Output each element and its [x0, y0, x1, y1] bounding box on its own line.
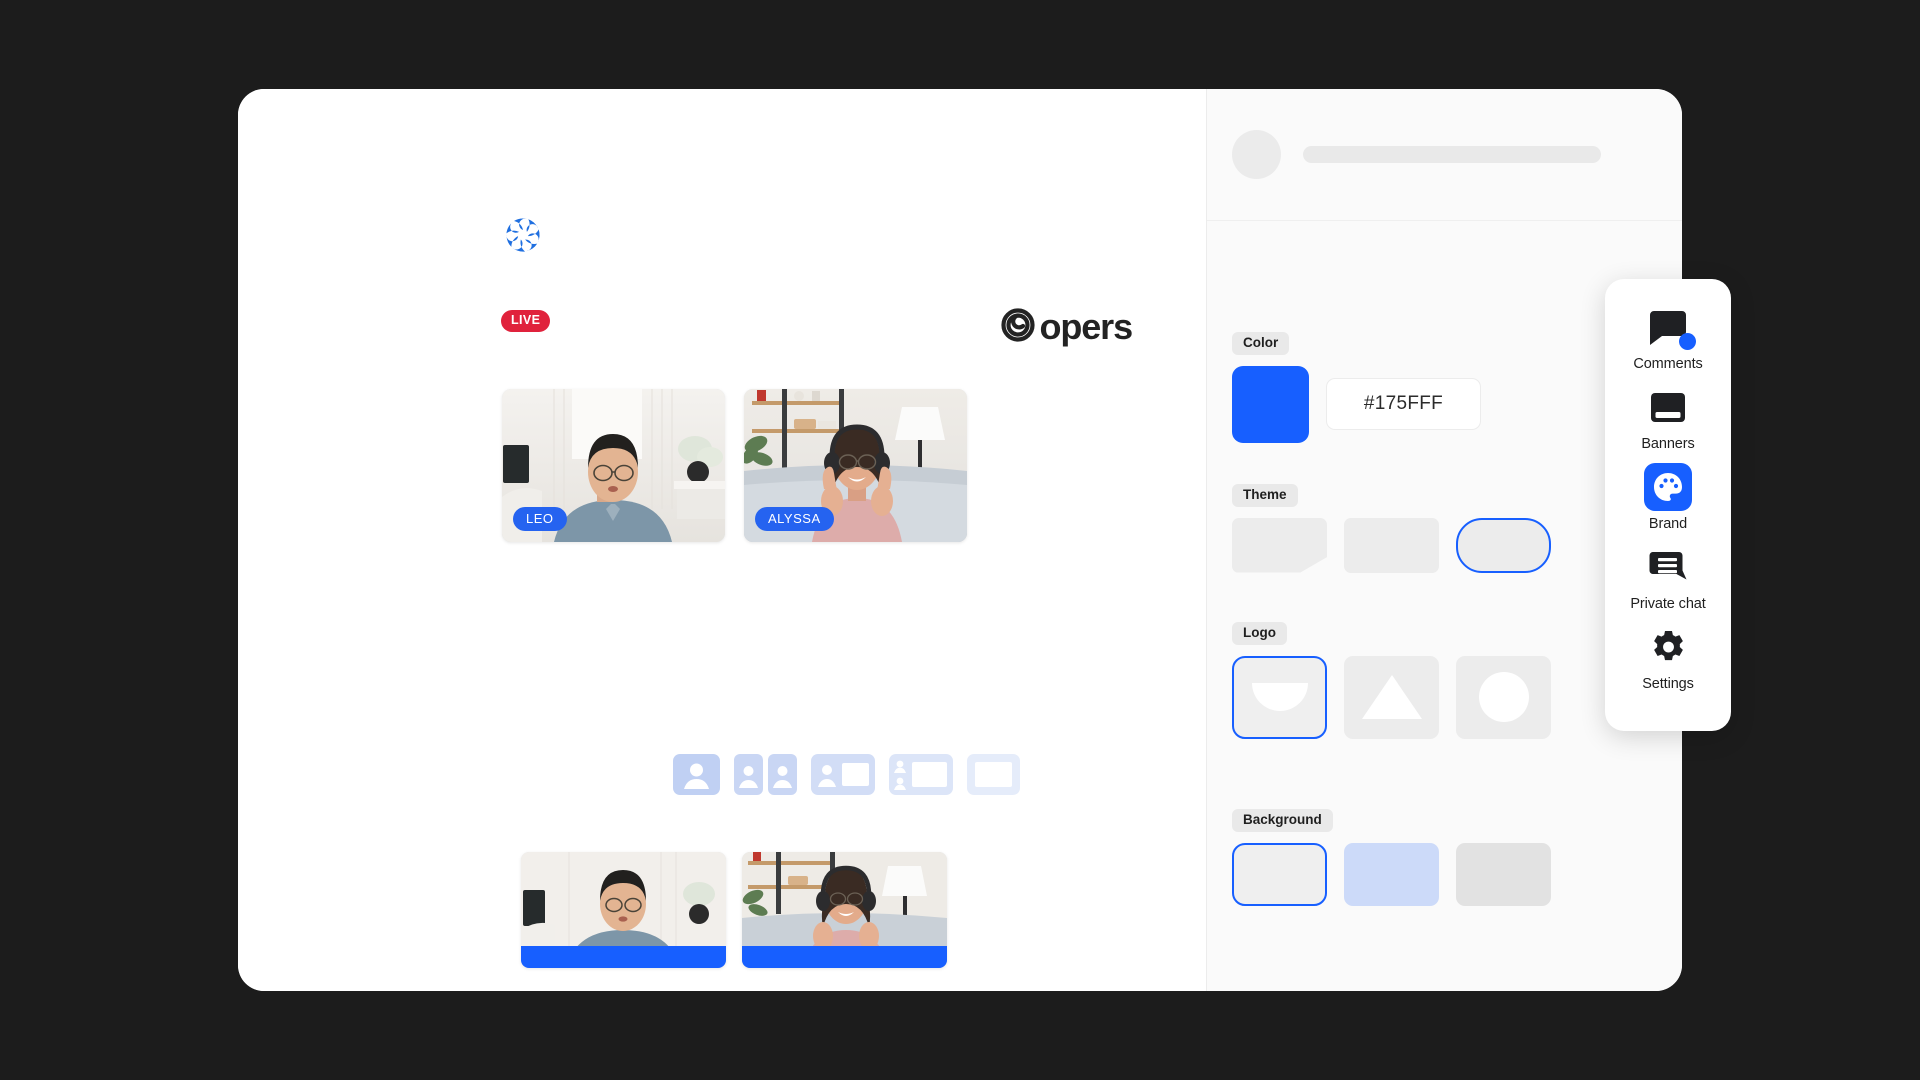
- tool-label-brand: Brand: [1649, 516, 1687, 532]
- tool-item-private-chat[interactable]: Private chat: [1605, 538, 1731, 616]
- section-label-theme: Theme: [1232, 484, 1298, 507]
- section-logo: Logo: [1232, 622, 1551, 739]
- theme-option-pill-selected[interactable]: [1456, 518, 1551, 573]
- tool-item-comments[interactable]: Comments: [1605, 298, 1731, 376]
- tool-label-private-chat: Private chat: [1630, 596, 1705, 612]
- gear-icon: [1644, 623, 1692, 671]
- thumbnail-banner: [742, 946, 947, 968]
- tool-label-settings: Settings: [1642, 676, 1694, 692]
- theme-option-rounded-rect[interactable]: [1344, 518, 1439, 573]
- avatar-skeleton: [1232, 130, 1281, 179]
- app-window: LIVE opers: [238, 89, 1682, 991]
- chat-lines-bubble-icon: [1644, 543, 1692, 591]
- thumbnail-alyssa[interactable]: [742, 852, 947, 968]
- background-option-gray[interactable]: [1456, 843, 1551, 906]
- tool-item-banners[interactable]: Banners: [1605, 378, 1731, 456]
- participant-name-pill: LEO: [513, 507, 567, 531]
- semicircle-shape-icon: [1252, 683, 1308, 711]
- logo-option-triangle[interactable]: [1344, 656, 1439, 739]
- title-skeleton: [1303, 146, 1601, 163]
- thumbnail-banner: [521, 946, 726, 968]
- live-badge: LIVE: [501, 310, 550, 332]
- logo-option-semicircle[interactable]: [1232, 656, 1327, 739]
- video-grid: LEO: [502, 389, 967, 542]
- layout-option-two-up[interactable]: [734, 754, 797, 795]
- logo-option-circle[interactable]: [1456, 656, 1551, 739]
- thumbnail-leo[interactable]: [521, 852, 726, 968]
- section-label-background: Background: [1232, 809, 1333, 832]
- spiral-target-icon: [1001, 308, 1035, 347]
- color-swatch[interactable]: [1232, 366, 1309, 443]
- section-color: Color #175FFF: [1232, 332, 1481, 443]
- tool-menu: Comments Banners Brand: [1605, 279, 1731, 731]
- paint-palette-icon: [1644, 463, 1692, 511]
- section-label-logo: Logo: [1232, 622, 1287, 645]
- tool-label-banners: Banners: [1641, 436, 1694, 452]
- triangle-shape-icon: [1362, 675, 1422, 719]
- hex-value-field[interactable]: #175FFF: [1326, 378, 1481, 430]
- layout-option-sidebar-screen[interactable]: [889, 754, 953, 795]
- background-option-blue[interactable]: [1344, 843, 1439, 906]
- layout-option-speaker-screen[interactable]: [811, 754, 875, 795]
- tool-label-comments: Comments: [1633, 356, 1702, 372]
- opers-wordmark-text: opers: [1039, 306, 1132, 348]
- opers-wordmark: opers: [1001, 306, 1132, 348]
- layout-selector: [673, 754, 1020, 795]
- participant-name-pill: ALYSSA: [755, 507, 834, 531]
- thumbnail-strip: [521, 852, 947, 968]
- pinwheel-swirl-logo-icon: [497, 209, 549, 261]
- layout-option-screen-only[interactable]: [967, 754, 1020, 795]
- video-tile-leo[interactable]: LEO: [502, 389, 725, 542]
- tool-item-brand[interactable]: Brand: [1605, 458, 1731, 536]
- chat-bubble-icon: [1644, 303, 1692, 351]
- circle-shape-icon: [1479, 672, 1529, 722]
- stage-pane: LIVE opers: [238, 89, 1206, 991]
- background-option-light[interactable]: [1232, 843, 1327, 906]
- section-label-color: Color: [1232, 332, 1289, 355]
- comments-badge-dot: [1679, 333, 1696, 350]
- layout-option-single-speaker[interactable]: [673, 754, 720, 795]
- section-theme: Theme: [1232, 484, 1551, 573]
- video-tile-alyssa[interactable]: ALYSSA: [744, 389, 967, 542]
- banner-icon: [1644, 383, 1692, 431]
- theme-option-clipped-corner[interactable]: [1232, 518, 1327, 573]
- tool-item-settings[interactable]: Settings: [1605, 618, 1731, 696]
- panel-header: [1207, 89, 1682, 221]
- section-background: Background: [1232, 809, 1551, 906]
